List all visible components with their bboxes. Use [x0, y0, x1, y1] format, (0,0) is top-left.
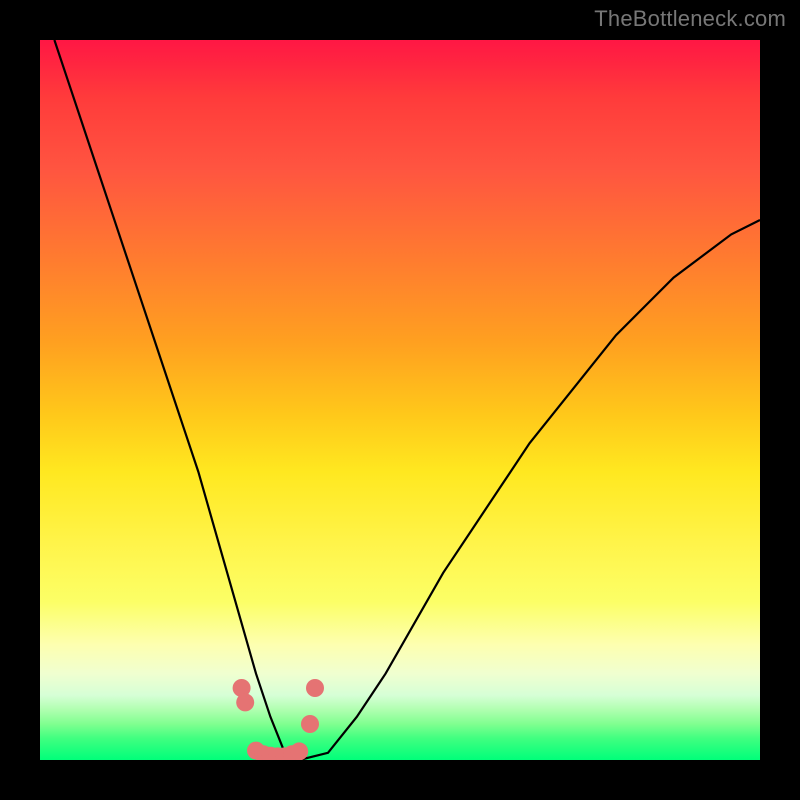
- highlight-markers: [233, 679, 324, 760]
- highlight-point: [301, 715, 319, 733]
- bottleneck-curve: [54, 40, 760, 760]
- curve-layer: [40, 40, 760, 760]
- highlight-point: [290, 742, 308, 760]
- watermark-label: TheBottleneck.com: [594, 6, 786, 32]
- plot-area: [40, 40, 760, 760]
- chart-container: TheBottleneck.com: [0, 0, 800, 800]
- highlight-point: [306, 679, 324, 697]
- highlight-point: [236, 693, 254, 711]
